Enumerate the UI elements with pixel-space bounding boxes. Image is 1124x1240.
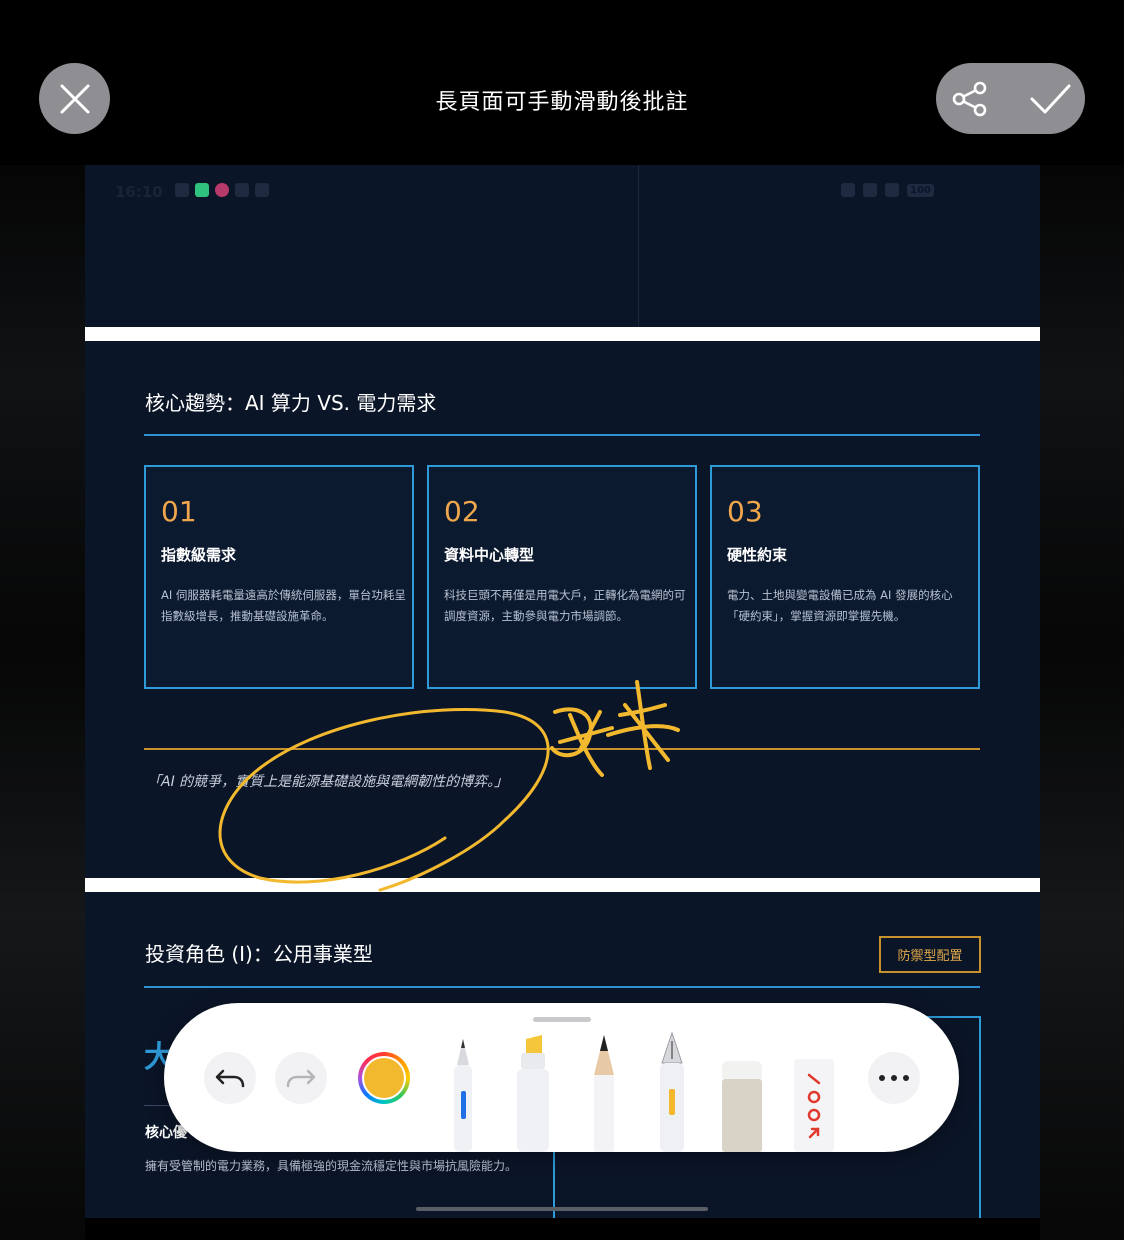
- app-notification-icon: [195, 183, 209, 197]
- slide-separator: [85, 878, 1040, 892]
- battery-level: 100: [907, 183, 934, 197]
- status-time: 16:10: [115, 183, 163, 201]
- pencil-icon[interactable]: [576, 1031, 632, 1152]
- annotation-header: 長頁面可手動滑動後批註: [0, 0, 1124, 165]
- card-number: 03: [727, 495, 763, 528]
- quote-rule: [144, 748, 980, 750]
- quote-text: 「AI 的競爭，實質上是能源基礎設施與電網韌性的博弈。」: [147, 774, 509, 790]
- undo-button[interactable]: [204, 1052, 256, 1104]
- redo-button[interactable]: [275, 1052, 327, 1104]
- card-title: 硬性約束: [727, 546, 788, 564]
- notification-icon: [175, 183, 189, 197]
- card-number: 01: [161, 495, 197, 528]
- trend-card: 03 硬性約束 電力、土地與變電設備已成為 AI 發展的核心「硬約束」，掌握資源…: [710, 465, 980, 689]
- card-title: 指數級需求: [161, 546, 237, 564]
- strategy-tag: 防禦型配置: [879, 936, 981, 973]
- selected-color-swatch: [364, 1058, 404, 1098]
- left-margin: [0, 165, 85, 1240]
- divider: [638, 165, 639, 327]
- card-title: 資料中心轉型: [444, 546, 535, 564]
- redo-icon: [286, 1069, 316, 1088]
- card-body: 電力、土地與變電設備已成為 AI 發展的核心「硬約束」，掌握資源即掌握先機。: [727, 588, 953, 623]
- status-icons-right: 100: [841, 183, 934, 197]
- section-body: 擁有受管制的電力業務，具備極強的現金流穩定性與市場抗風險能力。: [145, 1159, 518, 1173]
- right-margin: [1040, 165, 1124, 1240]
- bluetooth-icon: [841, 183, 855, 197]
- google-icon: [255, 183, 269, 197]
- signal-icon: [885, 183, 899, 197]
- card-body: 科技巨頭不再僅是用電大戶，正轉化為電網的可調度資源，主動參與電力市場調節。: [444, 588, 686, 623]
- app-badge-icon: [215, 183, 229, 197]
- annotation-toolbar: [164, 1003, 959, 1152]
- share-icon[interactable]: [950, 79, 990, 119]
- card-number: 02: [444, 495, 480, 528]
- highlighter-icon[interactable]: [504, 1031, 560, 1152]
- title-rule: [144, 434, 980, 436]
- title-rule: [144, 986, 980, 988]
- trend-card: 01 指數級需求 AI 伺服器耗電量遠高於傳統伺服器，單台功耗呈指數級增長，推動…: [144, 465, 414, 689]
- checkmark-icon[interactable]: [1028, 79, 1072, 119]
- slide-separator: [85, 327, 1040, 341]
- card-body: AI 伺服器耗電量遠高於傳統伺服器，單台功耗呈指數級增長，推動基礎設施革命。: [161, 588, 406, 623]
- wifi-icon: [863, 183, 877, 197]
- header-actions: [936, 63, 1085, 134]
- color-picker-button[interactable]: [358, 1052, 410, 1104]
- trend-card: 02 資料中心轉型 科技巨頭不再僅是用電大戶，正轉化為電網的可調度資源，主動參與…: [427, 465, 697, 689]
- toolbar-drag-handle[interactable]: [533, 1017, 591, 1022]
- undo-icon: [215, 1069, 245, 1088]
- notification-icon: [235, 183, 249, 197]
- eraser-icon[interactable]: [714, 1031, 770, 1152]
- more-options-button[interactable]: [868, 1052, 920, 1104]
- slide-title: 核心趨勢：AI 算力 VS. 電力需求: [145, 391, 437, 415]
- ballpoint-pen-icon[interactable]: [435, 1031, 491, 1152]
- lasso-ruler-icon[interactable]: [786, 1031, 842, 1152]
- slide-title: 投資角色 (I)：公用事業型: [145, 942, 373, 966]
- slide-core-trends: 核心趨勢：AI 算力 VS. 電力需求 01 指數級需求 AI 伺服器耗電量遠高…: [85, 341, 1040, 878]
- scroll-indicator: [416, 1207, 708, 1211]
- fountain-pen-icon[interactable]: [644, 1031, 700, 1152]
- status-icons-left: [175, 183, 269, 197]
- more-icon: [879, 1075, 909, 1081]
- captured-status-bar: 16:10 100: [85, 165, 1040, 327]
- color-picker-inner: [362, 1056, 406, 1100]
